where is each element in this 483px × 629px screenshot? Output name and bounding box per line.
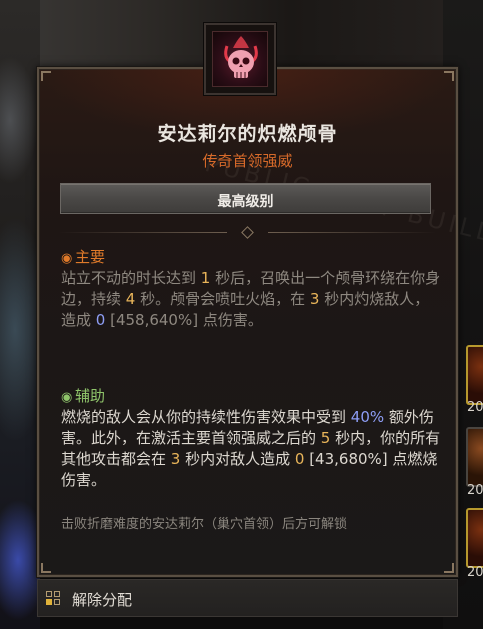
- skill-slot-2-number: 20: [467, 483, 483, 498]
- main-effect-value: 4: [125, 290, 136, 308]
- corner-ornament: [41, 563, 51, 573]
- corner-ornament: [444, 71, 454, 81]
- main-effect-heading-label: 主要: [75, 248, 106, 266]
- flaming-skull-icon: [212, 31, 268, 87]
- eye-icon: ◉: [61, 390, 73, 405]
- skill-slot-3[interactable]: [466, 508, 483, 568]
- main-effect-text: 站立不动的时长达到: [61, 269, 201, 287]
- assist-effect-value: 3: [170, 450, 181, 468]
- skill-slot-3-number: 20: [467, 565, 483, 580]
- keyboard-key-icon: [46, 591, 60, 605]
- main-effect-value: 3: [309, 290, 320, 308]
- boss-power-tooltip: PUBLIC TEST BUILD 安达莉尔的炽燃颅骨 传奇首领强威 最高级别 …: [36, 66, 483, 578]
- assist-effect-text: 秒内对敌人造成: [180, 450, 295, 468]
- assist-effect-value: 40%: [350, 408, 385, 426]
- main-effect-text: [458,640%] 点伤害。: [105, 311, 263, 329]
- main-effect-text: 秒。颅骨会喷吐火焰，在: [135, 290, 310, 308]
- eye-icon: ◉: [61, 251, 73, 266]
- corner-ornament: [444, 563, 454, 573]
- skill-slot-2[interactable]: [466, 427, 483, 487]
- skill-slot-1-number: 20: [467, 400, 483, 415]
- rank-label: 最高级别: [217, 194, 274, 210]
- main-effect-description: 站立不动的时长达到 1 秒后，召唤出一个颅骨环绕在你身边，持续 4 秒。颅骨会喷…: [61, 268, 441, 331]
- unlock-requirement: 击败折磨难度的安达莉尔（巢穴首领）后方可解锁: [61, 517, 348, 532]
- assist-effect-value: 0: [294, 450, 305, 468]
- assist-effect-heading-label: 辅助: [75, 387, 106, 405]
- main-effect-value: 0: [95, 311, 106, 329]
- rank-bar: 最高级别: [60, 183, 431, 214]
- main-effect-value: 1: [200, 269, 211, 287]
- assist-effect-text: 燃烧的敌人会从你的持续性伤害效果中受到: [61, 408, 351, 426]
- corner-ornament: [41, 71, 51, 81]
- assist-effect-description: 燃烧的敌人会从你的持续性伤害效果中受到 40% 额外伤害。此外，在激活主要首领强…: [61, 407, 441, 491]
- power-icon-frame: [204, 23, 276, 95]
- skill-slot-1[interactable]: [466, 345, 483, 405]
- power-title: 安达莉尔的炽燃颅骨: [157, 123, 338, 145]
- section-divider: [59, 226, 436, 239]
- main-effect-heading: ◉ 主要: [61, 246, 105, 267]
- background-scene-left: [0, 0, 40, 629]
- unassign-action-bar[interactable]: 解除分配: [37, 579, 458, 617]
- assist-effect-heading: ◉ 辅助: [61, 385, 105, 406]
- assist-effect-value: 5: [320, 429, 331, 447]
- power-rarity: 传奇首领强威: [202, 152, 293, 170]
- unassign-button-label[interactable]: 解除分配: [72, 589, 132, 610]
